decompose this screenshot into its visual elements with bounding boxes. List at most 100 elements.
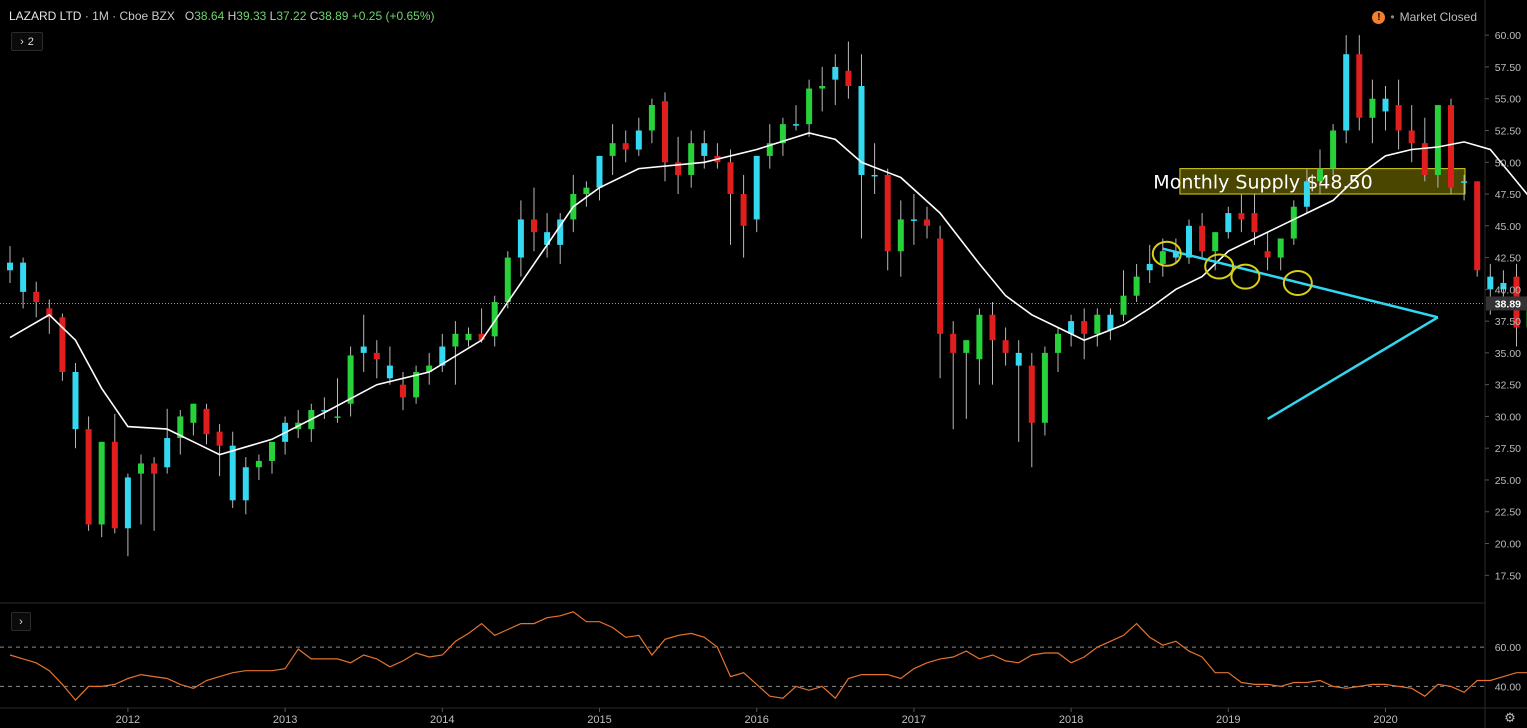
candle-body [635,130,642,150]
candle [282,416,289,455]
candle [124,473,131,557]
time-tick-label: 2019 [1216,714,1240,726]
candle-body [1015,352,1022,366]
candle-body [845,70,852,87]
candle [452,321,459,385]
candle [413,365,420,404]
candle-body [1002,340,1009,353]
candle [557,213,564,264]
time-tick-label: 2018 [1059,714,1083,726]
price-tick-label: 57.50 [1495,62,1521,74]
supply-zone-label: Monthly Supply $48.50 [1153,171,1372,193]
market-status[interactable]: ! • Market Closed [1372,10,1477,24]
candle [596,155,603,201]
rsi-tick-label: 40.00 [1495,681,1521,693]
candle-body [85,429,92,525]
candle-body [1186,225,1192,258]
candle-body [1133,276,1140,296]
upper-trendline [1162,247,1439,319]
candle [963,340,970,419]
candle [229,431,236,508]
candle [1120,270,1127,322]
time-tick-label: 2013 [273,714,297,726]
candle-body [203,408,210,435]
candle-body [400,384,406,398]
candle-body [373,352,380,360]
candle [321,397,328,419]
candle [583,181,590,207]
time-axis[interactable]: 2012201320142015201620172018201920202021… [116,708,1527,726]
market-status-label: Market Closed [1399,10,1477,24]
candle [832,54,839,106]
price-tick-label: 30.00 [1495,411,1521,423]
candle-body [1408,130,1415,144]
candle [1107,308,1114,341]
candle [897,200,904,277]
candle [203,403,210,445]
high-label: H [227,9,237,23]
candle-body [897,219,904,252]
candle-body [583,187,590,195]
candle [111,413,118,534]
candle [98,441,105,538]
candle-body [347,355,354,404]
settings-gear-icon[interactable]: ⚙ [1503,711,1517,725]
candle-body [269,441,275,461]
candle-body [662,101,668,163]
candle [7,246,13,283]
price-tick-label: 27.50 [1495,443,1521,455]
candle [1395,79,1402,150]
candle-body [884,174,891,252]
candle-body [727,162,734,195]
candle-body [111,441,118,529]
candle-body [1264,251,1271,258]
candle-body [465,333,472,341]
candle [1186,219,1192,264]
candle-body [924,219,930,226]
candle-body [1303,181,1310,207]
candle-body [1290,206,1297,239]
time-tick-label: 2016 [744,714,768,726]
price-tick-label: 42.50 [1495,253,1521,265]
warning-icon[interactable]: ! [1372,10,1386,24]
time-tick-label: 2014 [430,714,454,726]
candle [1238,194,1245,233]
candle [1055,327,1061,372]
candle [1408,105,1415,163]
candle [1081,308,1088,360]
candle [164,408,171,474]
price-tick-label: 20.00 [1495,539,1521,551]
price-tick-label: 47.50 [1495,189,1521,201]
candle [373,340,380,379]
symbol-header: LAZARD LTD · 1M · Cboe BZX O38.64 H39.33… [9,9,435,23]
time-tick-label: 2020 [1373,714,1397,726]
candle [1028,352,1035,468]
candle [740,174,747,258]
interval-label[interactable]: 1M [92,9,109,23]
candle-body [531,219,537,233]
chart-canvas[interactable]: Monthly Supply $48.50 60.00 57.50 55.00 52.… [0,0,1527,728]
candle [1133,263,1140,303]
candle [72,363,79,449]
candle-body [1055,333,1061,353]
candle-body [1146,263,1153,271]
candle [1225,206,1232,239]
candle-body [753,155,760,220]
candle-body [819,86,826,89]
candle-body [216,431,223,446]
candle [884,168,891,271]
collapse-indicators-button[interactable]: › 2 [11,32,43,51]
expand-rsi-legend-button[interactable]: › [11,612,31,631]
candle-body [1107,314,1114,331]
price-axis[interactable]: 60.00 57.50 55.00 52.50 50.00 47.50 45.00 42.50… [1485,30,1527,582]
candle-body [1434,105,1441,175]
candle [151,457,158,531]
candle [924,206,930,239]
candle-body [33,291,40,303]
candle [334,378,341,423]
candle [1041,346,1048,436]
chevron-right-icon: › [19,615,23,628]
candle-body [701,143,708,156]
symbol-name[interactable]: LAZARD LTD [9,9,81,23]
candle-body [1395,105,1402,131]
